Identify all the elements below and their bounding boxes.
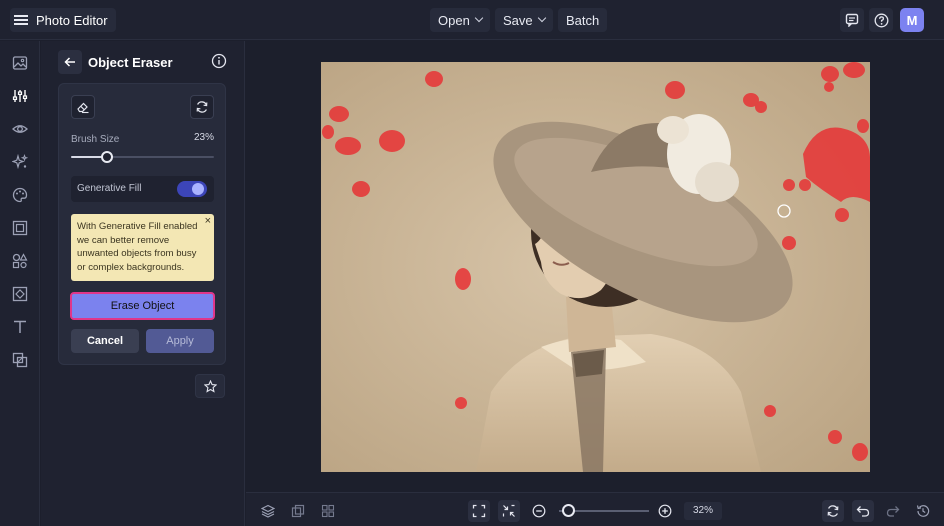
chevron-down-icon <box>537 13 546 23</box>
refresh-icon[interactable] <box>822 500 844 522</box>
texture-icon[interactable] <box>11 285 29 303</box>
fit-screen-icon[interactable] <box>468 500 490 522</box>
brush-size-slider[interactable] <box>71 151 214 163</box>
palette-icon[interactable] <box>11 186 29 204</box>
batch-label: Batch <box>566 12 600 28</box>
app-menu-button[interactable]: Photo Editor <box>10 8 116 32</box>
layers-stack-icon[interactable] <box>257 500 279 522</box>
refresh-icon <box>196 101 208 113</box>
info-icon[interactable] <box>211 53 227 69</box>
favorite-button[interactable] <box>195 374 225 398</box>
generative-fill-tip: With Generative Fill enabled we can bett… <box>71 214 214 281</box>
save-menu[interactable]: Save <box>495 8 553 32</box>
open-menu[interactable]: Open <box>430 8 490 32</box>
toggle-knob <box>192 183 204 195</box>
avatar[interactable]: M <box>900 8 924 32</box>
arrow-left-icon <box>64 57 75 67</box>
panel-title: Object Eraser <box>88 55 173 70</box>
help-icon[interactable] <box>869 8 893 32</box>
redo-icon[interactable] <box>882 500 904 522</box>
actual-size-icon[interactable] <box>498 500 520 522</box>
compare-icon[interactable] <box>287 500 309 522</box>
reset-button[interactable] <box>190 95 214 119</box>
app-title: Photo Editor <box>36 12 108 28</box>
sparkle-icon[interactable] <box>11 153 29 171</box>
close-icon[interactable]: × <box>205 215 211 229</box>
brush-size-label: Brush Size <box>71 134 120 145</box>
zoom-out-icon[interactable] <box>528 500 550 522</box>
zoom-value[interactable]: 32% <box>684 502 722 520</box>
save-menu-label: Save <box>503 12 533 28</box>
zoom-in-icon[interactable] <box>654 500 676 522</box>
open-menu-label: Open <box>438 12 470 28</box>
photo[interactable] <box>321 62 870 472</box>
apply-button[interactable]: Apply <box>146 329 214 353</box>
grid-icon[interactable] <box>317 500 339 522</box>
erase-object-button[interactable]: Erase Object <box>70 292 215 320</box>
tip-text: With Generative Fill enabled we can bett… <box>77 221 198 273</box>
undo-icon[interactable] <box>852 500 874 522</box>
chevron-down-icon <box>474 13 484 23</box>
bottom-toolbar: 32% <box>246 492 944 526</box>
frame-icon[interactable] <box>11 219 29 237</box>
editor-canvas[interactable] <box>246 41 944 492</box>
zoom-handle[interactable] <box>562 504 575 517</box>
brush-size-handle[interactable] <box>100 151 113 163</box>
generative-fill-row: Generative Fill <box>71 176 214 202</box>
text-icon[interactable] <box>11 318 29 336</box>
object-eraser-panel: Object Eraser Brush Size 23% Generative … <box>41 41 245 526</box>
image-icon[interactable] <box>11 54 29 72</box>
star-icon <box>203 379 217 393</box>
hamburger-icon <box>14 15 28 25</box>
vintage-portrait-image <box>321 62 870 472</box>
eraser-icon <box>77 102 89 114</box>
generative-fill-label: Generative Fill <box>77 183 142 194</box>
eraser-tool-button[interactable] <box>71 95 95 119</box>
generative-fill-toggle[interactable] <box>177 181 207 197</box>
tool-rail <box>0 41 40 526</box>
cancel-button[interactable]: Cancel <box>71 329 139 353</box>
layers-icon[interactable] <box>11 351 29 369</box>
batch-button[interactable]: Batch <box>558 8 608 32</box>
shapes-icon[interactable] <box>11 252 29 270</box>
history-icon[interactable] <box>912 500 934 522</box>
adjust-sliders-icon[interactable] <box>11 87 29 105</box>
eye-icon[interactable] <box>11 120 29 138</box>
feedback-icon[interactable] <box>840 8 864 32</box>
brush-size-value[interactable]: 23% <box>180 130 214 146</box>
top-bar: Photo Editor Open Save Batch M <box>0 0 944 40</box>
eraser-settings-card: Brush Size 23% Generative Fill With Gene… <box>58 83 226 365</box>
back-button[interactable] <box>58 50 82 74</box>
